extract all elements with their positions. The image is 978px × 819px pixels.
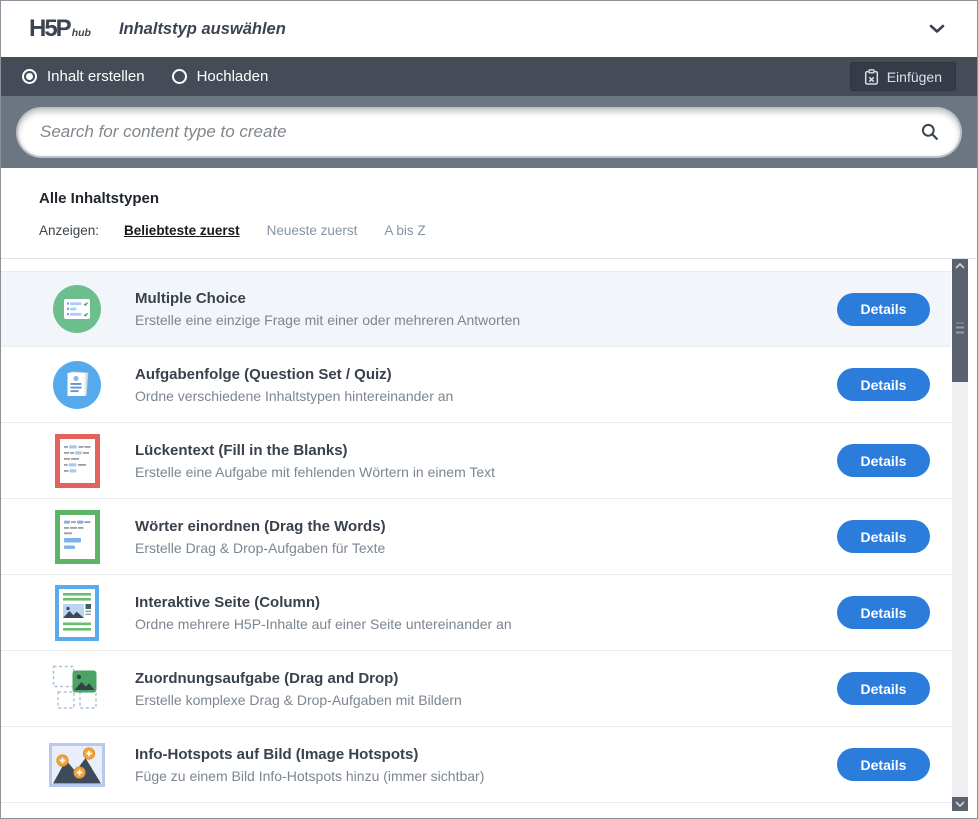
content-type-title: Multiple Choice — [135, 290, 837, 307]
content-type-text: Lückentext (Fill in the Blanks) Erstelle… — [135, 442, 837, 480]
content-type-description: Erstelle Drag & Drop-Aufgaben für Texte — [135, 540, 837, 556]
sort-option-popular[interactable]: Beliebteste zuerst — [124, 223, 240, 238]
content-type-row[interactable]: Lückentext (Fill in the Blanks) Erstelle… — [1, 423, 951, 499]
search-input[interactable] — [38, 121, 920, 143]
search-section — [1, 96, 977, 168]
content-type-text: Info-Hotspots auf Bild (Image Hotspots) … — [135, 746, 837, 784]
paste-button-label: Einfügen — [887, 69, 942, 85]
content-type-text: Aufgabenfolge (Question Set / Quiz) Ordn… — [135, 366, 837, 404]
content-type-text: Wörter einordnen (Drag the Words) Erstel… — [135, 518, 837, 556]
paste-button[interactable]: Einfügen — [850, 62, 956, 91]
scrollbar-thumb[interactable] — [952, 273, 968, 382]
details-button[interactable]: Details — [837, 672, 930, 705]
content-type-title: Aufgabenfolge (Question Set / Quiz) — [135, 366, 837, 383]
h5p-hub-dialog: H5P hub Inhaltstyp auswählen Inhalt erst… — [0, 0, 978, 819]
radio-create-label: Inhalt erstellen — [47, 68, 145, 85]
radio-upload[interactable]: Hochladen — [172, 68, 269, 85]
content-area: Alle Inhaltstypen Anzeigen: Beliebteste … — [1, 168, 977, 818]
page-title: Alle Inhaltstypen — [1, 168, 977, 207]
sort-label: Anzeigen: — [39, 223, 99, 238]
search-field — [18, 109, 960, 156]
image-hotspots-icon — [49, 737, 105, 793]
sort-row: Anzeigen: Beliebteste zuerst Neueste zue… — [39, 223, 977, 238]
content-type-description: Füge zu einem Bild Info-Hotspots hinzu (… — [135, 768, 837, 784]
content-type-title: Wörter einordnen (Drag the Words) — [135, 518, 837, 535]
dialog-title: Inhaltstyp auswählen — [119, 20, 286, 39]
fill-blanks-icon — [49, 433, 105, 489]
content-type-title: Interaktive Seite (Column) — [135, 594, 837, 611]
sort-option-az[interactable]: A bis Z — [384, 223, 425, 238]
content-type-row[interactable]: Multiple Choice Erstelle eine einzige Fr… — [1, 271, 951, 347]
search-icon[interactable] — [920, 122, 940, 142]
title-bar: H5P hub Inhaltstyp auswählen — [1, 1, 977, 57]
multiple-choice-icon — [49, 281, 105, 337]
mode-menubar: Inhalt erstellen Hochladen Einfügen — [1, 57, 977, 96]
details-button[interactable]: Details — [837, 444, 930, 477]
scrollbar-grip-icon — [956, 322, 964, 333]
content-type-list: Multiple Choice Erstelle eine einzige Fr… — [1, 271, 977, 803]
radio-unselected-icon — [172, 69, 187, 84]
details-button[interactable]: Details — [837, 520, 930, 553]
column-icon — [49, 585, 105, 641]
drag-words-icon — [49, 509, 105, 565]
chevron-down-icon[interactable] — [925, 20, 949, 38]
scroll-up-button[interactable] — [952, 259, 968, 273]
content-type-description: Erstelle komplexe Drag & Drop-Aufgaben m… — [135, 692, 837, 708]
scrollbar[interactable] — [952, 259, 968, 811]
content-type-row[interactable]: Info-Hotspots auf Bild (Image Hotspots) … — [1, 727, 951, 803]
details-button[interactable]: Details — [837, 748, 930, 781]
scroll-down-button[interactable] — [952, 797, 968, 811]
radio-create-content[interactable]: Inhalt erstellen — [22, 68, 145, 85]
content-type-description: Erstelle eine einzige Frage mit einer od… — [135, 312, 837, 328]
details-button[interactable]: Details — [837, 293, 930, 326]
content-type-title: Zuordnungsaufgabe (Drag and Drop) — [135, 670, 837, 687]
h5p-hub-logo: H5P hub — [29, 15, 91, 43]
details-button[interactable]: Details — [837, 368, 930, 401]
content-type-row[interactable]: Interaktive Seite (Column) Ordne mehrere… — [1, 575, 951, 651]
content-type-description: Erstelle eine Aufgabe mit fehlenden Wört… — [135, 464, 837, 480]
content-type-row[interactable]: Zuordnungsaufgabe (Drag and Drop) Erstel… — [1, 651, 951, 727]
paste-icon — [864, 69, 879, 85]
content-type-title: Lückentext (Fill in the Blanks) — [135, 442, 837, 459]
hub-logo-suffix: hub — [72, 27, 91, 39]
content-type-text: Zuordnungsaufgabe (Drag and Drop) Erstel… — [135, 670, 837, 708]
radio-selected-icon — [22, 69, 37, 84]
details-button[interactable]: Details — [837, 596, 930, 629]
content-type-list-wrap: Multiple Choice Erstelle eine einzige Fr… — [1, 258, 977, 811]
content-type-row[interactable]: Wörter einordnen (Drag the Words) Erstel… — [1, 499, 951, 575]
content-type-description: Ordne mehrere H5P-Inhalte auf einer Seit… — [135, 616, 837, 632]
question-set-icon — [49, 357, 105, 413]
content-type-title: Info-Hotspots auf Bild (Image Hotspots) — [135, 746, 837, 763]
content-type-text: Interaktive Seite (Column) Ordne mehrere… — [135, 594, 837, 632]
h5p-logo-text: H5P — [29, 15, 70, 43]
sort-option-newest[interactable]: Neueste zuerst — [267, 223, 358, 238]
drag-drop-icon — [49, 661, 105, 717]
content-type-text: Multiple Choice Erstelle eine einzige Fr… — [135, 290, 837, 328]
content-type-description: Ordne verschiedene Inhaltstypen hinterei… — [135, 388, 837, 404]
radio-upload-label: Hochladen — [197, 68, 269, 85]
content-type-row[interactable]: Aufgabenfolge (Question Set / Quiz) Ordn… — [1, 347, 951, 423]
